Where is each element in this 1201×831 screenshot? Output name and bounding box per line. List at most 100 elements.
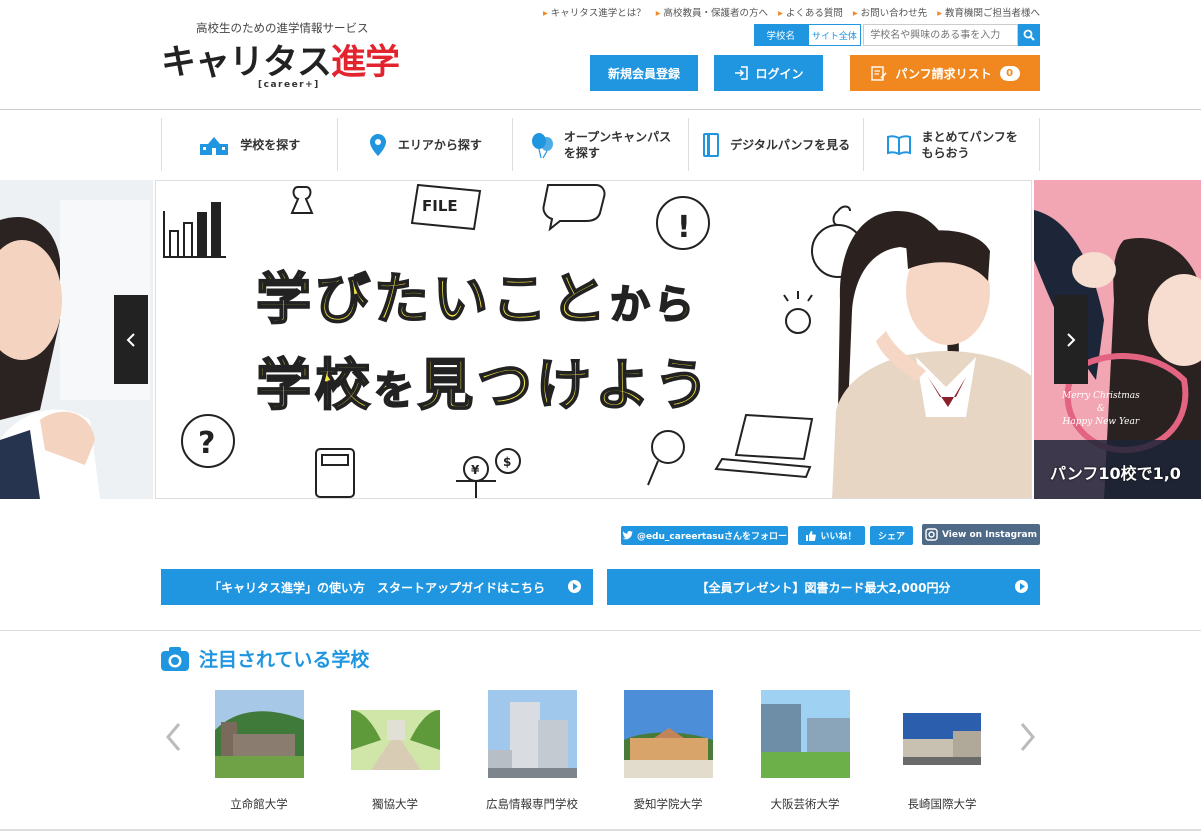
school-card[interactable]: 広島情報専門学校: [477, 690, 587, 811]
search-input[interactable]: [863, 24, 1019, 46]
school-icon: [200, 136, 229, 155]
svg-text:$: $: [503, 455, 511, 469]
like-label: いいね！: [820, 532, 857, 542]
location-pin-icon: [369, 133, 386, 156]
nav-label: まとめてパンフを もらおう: [921, 129, 1018, 160]
file-label: FILE: [422, 197, 458, 215]
school-name: 愛知学院大学: [633, 797, 703, 811]
greeting-text: Merry Christmas & Happy New Year: [1062, 390, 1140, 429]
featured-schools-title: 注目されている学校: [199, 649, 370, 671]
register-button[interactable]: 新規会員登録: [590, 55, 698, 91]
nav-item-open-campus[interactable]: オープンキャンパス を探す: [513, 118, 689, 171]
top-link-faq[interactable]: よくある質問: [778, 5, 843, 19]
pamphlet-icon: [703, 132, 720, 157]
nav-item-digital-pamphlet[interactable]: デジタルパンフを見る: [689, 118, 865, 171]
search-icon: [1023, 29, 1035, 41]
twitter-follow-button[interactable]: @edu_careertasuさんをフォロー: [621, 526, 788, 545]
present-campaign-label: 【全員プレゼント】図書カード最大2,000円分: [696, 580, 951, 595]
school-photo: [214, 690, 304, 778]
camera-icon: [161, 646, 189, 671]
search-tab-site[interactable]: サイト全体: [807, 24, 862, 46]
heading-line1-a: 学びたいこと: [255, 266, 611, 332]
header-divider: [0, 109, 1201, 110]
logo-main: キャリタス: [161, 43, 332, 83]
facebook-share-button[interactable]: シェア: [870, 526, 913, 545]
chevron-left-icon: [166, 723, 181, 751]
pamphlet-request-icon: [871, 65, 887, 81]
nav-label: デジタルパンフを見る: [730, 137, 851, 152]
school-name: 立命館大学: [230, 797, 288, 811]
top-links: キャリタス進学とは？ 高校教員・保護者の方へ よくある質問 お問い合わせ先 教育…: [543, 5, 1040, 19]
school-card[interactable]: 愛知学院大学: [613, 690, 723, 811]
top-link-institutions[interactable]: 教育機関ご担当者様へ: [937, 5, 1040, 19]
present-campaign-button[interactable]: 【全員プレゼント】図書カード最大2,000円分: [607, 569, 1040, 605]
open-book-icon: [886, 134, 911, 155]
carousel-prev-button[interactable]: [161, 720, 185, 754]
chevron-right-icon: [1067, 332, 1076, 347]
site-tagline: 高校生のための進学情報サービス: [196, 21, 369, 35]
section-divider: [0, 630, 1201, 631]
school-card[interactable]: 大阪芸術大学: [750, 690, 860, 811]
login-label: ログイン: [755, 66, 804, 81]
chevron-right-icon: [1020, 723, 1035, 751]
site-logo[interactable]: キャリタス進学: [161, 43, 400, 83]
greeting-line-2: Happy New Year: [1062, 417, 1140, 427]
balloon-icon: [531, 132, 553, 158]
main-nav: 学校を探す エリアから探す オープンキャンパス を探す デジタルパンフを見る ま…: [161, 118, 1040, 171]
heading-line2-b: を: [373, 367, 419, 415]
nav-item-search-schools[interactable]: 学校を探す: [162, 118, 338, 171]
instagram-icon: [925, 528, 938, 541]
top-link-about[interactable]: キャリタス進学とは？: [543, 5, 646, 19]
pamphlet-list-label: パンフ請求リスト: [895, 66, 992, 81]
school-name: 長崎国際大学: [907, 797, 977, 811]
search-tab-school[interactable]: 学校名: [754, 24, 808, 46]
school-name: 獨協大学: [372, 797, 418, 811]
school-photo: [623, 690, 713, 778]
school-photo: [487, 690, 577, 778]
logo-accent: 進学: [331, 43, 400, 83]
school-photo: [350, 690, 440, 778]
featured-schools-heading: 注目されている学校: [161, 645, 369, 672]
startup-guide-label: 「キャリタス進学」の使い方 スタートアップガイドはこちら: [208, 580, 545, 595]
school-name: 大阪芸術大学: [770, 797, 840, 811]
heading-line2-a: 学校: [255, 352, 375, 418]
school-card[interactable]: 立命館大学: [204, 690, 314, 811]
search-bar: 学校名 サイト全体: [754, 24, 1040, 46]
greeting-ampersand: &: [1096, 404, 1105, 414]
nav-item-search-area[interactable]: エリアから探す: [338, 118, 514, 171]
instagram-button[interactable]: View on Instagram: [922, 524, 1040, 545]
nav-label: 学校を探す: [240, 137, 301, 152]
pamphlet-list-button[interactable]: パンフ請求リスト 0: [850, 55, 1040, 91]
nav-label: オープンキャンパス を探す: [563, 129, 672, 160]
svg-text:!: !: [677, 210, 691, 245]
nav-label: エリアから探す: [397, 137, 482, 152]
carousel-next-button[interactable]: [1016, 720, 1040, 754]
nav-item-bulk-pamphlets[interactable]: まとめてパンフを もらおう: [864, 118, 1040, 171]
top-link-contact[interactable]: お問い合わせ先: [853, 5, 928, 19]
student-illustration: [832, 211, 1031, 498]
search-button[interactable]: [1018, 24, 1040, 46]
arrow-circle-icon: [1015, 580, 1028, 593]
instagram-label: View on Instagram: [942, 529, 1037, 540]
pamphlet-count-badge: 0: [999, 65, 1020, 81]
school-photo: [760, 690, 850, 778]
school-name: 広島情報専門学校: [486, 797, 578, 811]
next-slide-banner: パンフ10校で1,0: [1050, 464, 1181, 483]
twitter-follow-label: @edu_careertasuさんをフォロー: [636, 532, 788, 542]
thumbs-up-icon: [806, 530, 817, 541]
login-button[interactable]: ログイン: [714, 55, 823, 91]
twitter-bird-icon: [622, 531, 633, 540]
logo-subtext: [career+]: [258, 80, 320, 90]
slider-next-button[interactable]: [1054, 295, 1088, 384]
school-card[interactable]: 獨協大学: [340, 690, 450, 811]
svg-text:¥: ¥: [471, 463, 480, 477]
startup-guide-button[interactable]: 「キャリタス進学」の使い方 スタートアップガイドはこちら: [161, 569, 593, 605]
chevron-left-icon: [126, 332, 135, 347]
arrow-circle-icon: [568, 580, 581, 593]
school-card[interactable]: 長崎国際大学: [887, 690, 997, 811]
top-link-teachers[interactable]: 高校教員・保護者の方へ: [656, 5, 769, 19]
current-slide[interactable]: FILE ! ? ¥ $ 学びたいことから 学校を見つけよう: [155, 180, 1032, 499]
heading-line1-b: から: [609, 281, 699, 329]
slider-prev-button[interactable]: [114, 295, 148, 384]
facebook-like-button[interactable]: いいね！: [798, 526, 865, 545]
